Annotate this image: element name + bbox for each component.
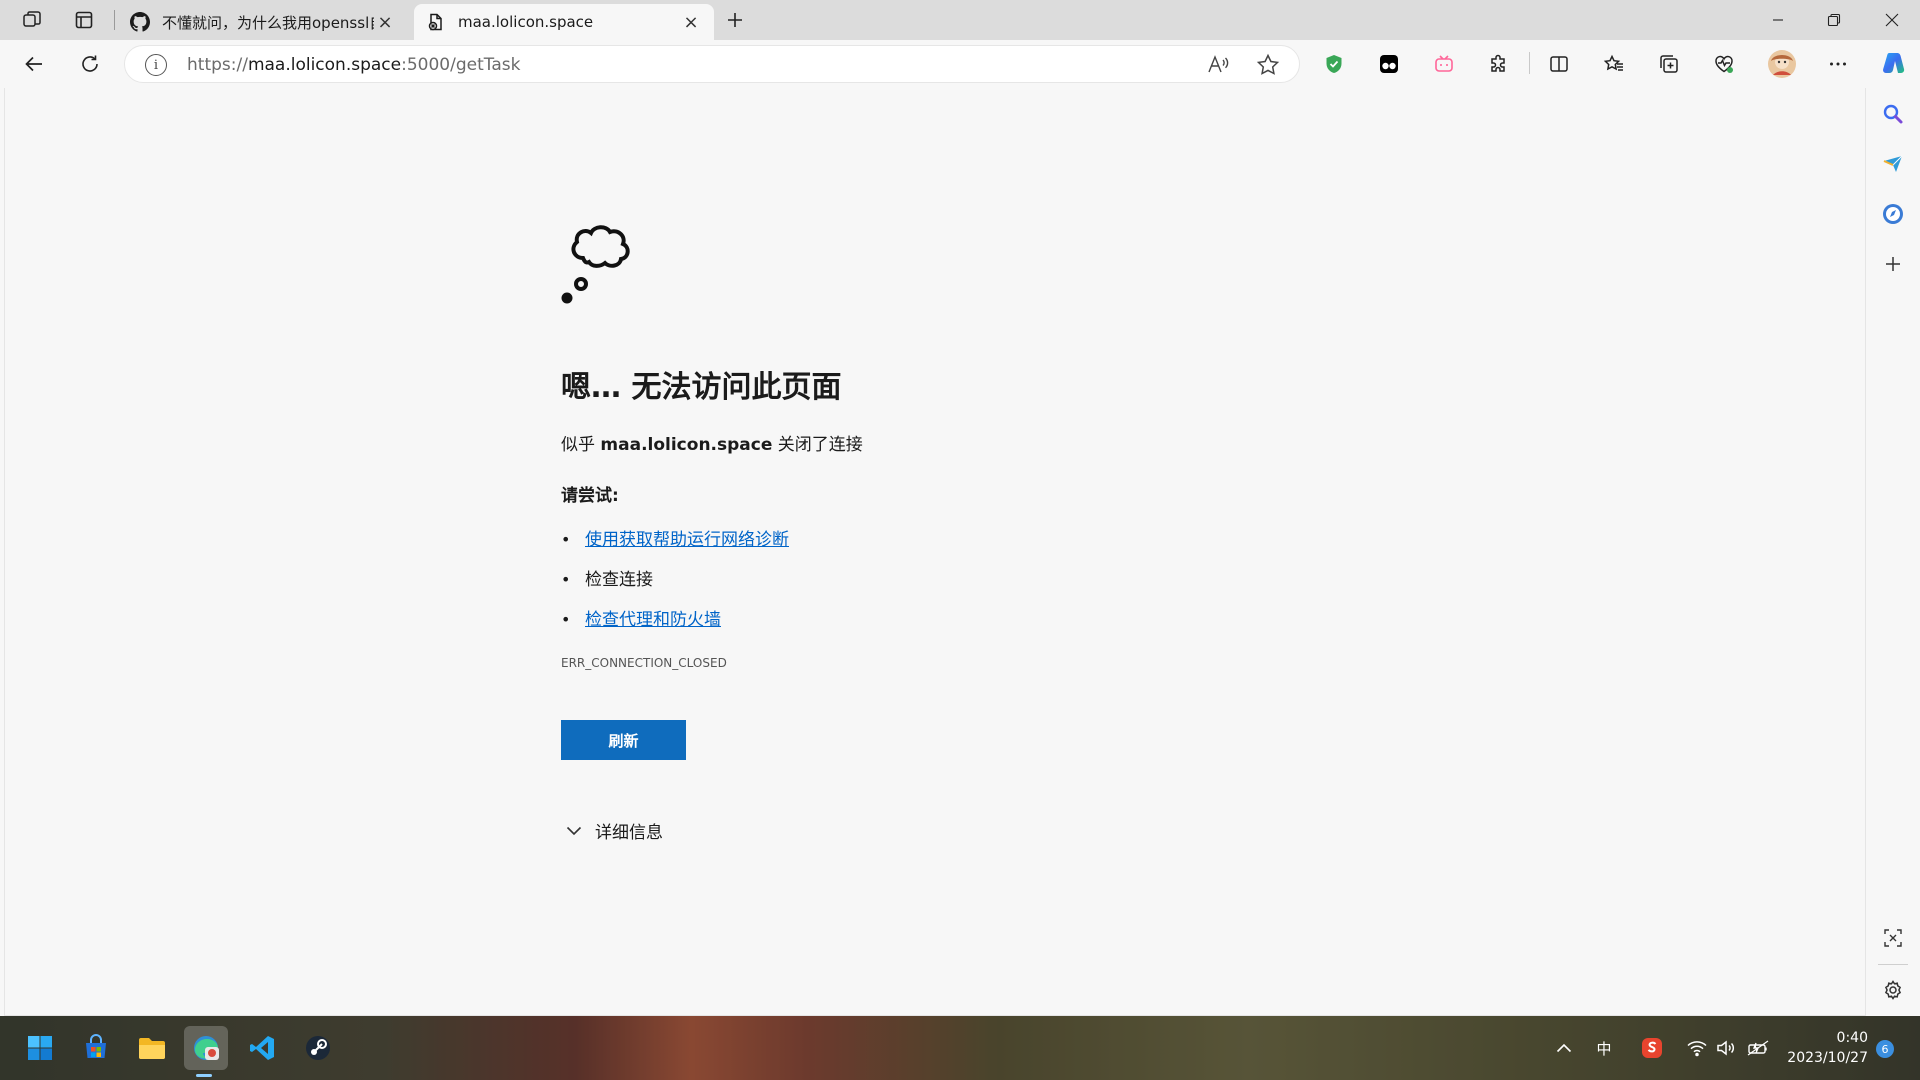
tab-github[interactable]: 不懂就问，为什么我用openssl自 × — [118, 4, 408, 40]
store-icon[interactable] — [74, 1026, 118, 1070]
reload-button[interactable]: 刷新 — [561, 720, 686, 760]
url-path: :5000/getTask — [401, 55, 521, 75]
read-aloud-icon[interactable] — [1205, 52, 1231, 78]
info-icon[interactable]: i — [145, 54, 167, 76]
bilibili-extension-icon[interactable] — [1426, 48, 1462, 80]
favorite-star-icon[interactable] — [1255, 52, 1281, 78]
try-heading: 请尝试: — [561, 486, 619, 506]
browser-essentials-icon[interactable] — [1706, 48, 1742, 80]
edge-sidebar — [1866, 88, 1920, 1016]
error-desc-prefix: 似乎 — [561, 435, 601, 455]
more-options-icon[interactable] — [1820, 48, 1856, 80]
error-desc-suffix: 关闭了连接 — [772, 435, 863, 455]
add-sidebar-app-icon[interactable] — [1879, 250, 1907, 278]
split-screen-icon[interactable] — [1541, 48, 1577, 80]
sidebar-settings-icon[interactable] — [1879, 976, 1907, 1004]
tab-title: 不懂就问，为什么我用openssl自 — [162, 13, 374, 32]
url-scheme: https:// — [187, 55, 248, 75]
profile-avatar[interactable] — [1764, 48, 1800, 80]
notification-badge[interactable]: 6 — [1876, 1040, 1894, 1058]
broken-page-icon — [426, 12, 446, 32]
clock[interactable]: 0:40 2023/10/27 — [1778, 1028, 1868, 1068]
collections-icon[interactable] — [1651, 48, 1687, 80]
battery-icon[interactable] — [1744, 1034, 1772, 1062]
details-toggle[interactable]: 详细信息 — [561, 818, 1261, 843]
sidebar-separator — [1878, 964, 1908, 965]
proxy-firewall-link[interactable]: 检查代理和防火墙 — [585, 610, 721, 630]
shield-extension-icon[interactable] — [1316, 48, 1352, 80]
error-code: ERR_CONNECTION_CLOSED — [561, 656, 727, 670]
details-label: 详细信息 — [595, 823, 663, 843]
suggestion-item: 检查代理和防火墙 — [561, 600, 1261, 640]
error-panel: 嗯… 无法访问此页面 似乎 maa.lolicon.space 关闭了连接 请尝… — [561, 214, 1261, 843]
volume-icon[interactable] — [1714, 1034, 1738, 1062]
refresh-button[interactable] — [72, 48, 108, 80]
close-window-button[interactable] — [1864, 0, 1920, 40]
edge-taskbar-icon[interactable] — [184, 1026, 228, 1070]
suggestion-list: 使用获取帮助运行网络诊断 检查连接 检查代理和防火墙 — [561, 520, 1261, 640]
tab-title: maa.lolicon.space — [458, 13, 594, 31]
sogou-input-icon[interactable] — [1638, 1034, 1666, 1062]
show-hidden-icons-chevron-up-icon[interactable] — [1552, 1034, 1576, 1062]
address-bar[interactable]: i https://maa.lolicon.space:5000/getTask — [124, 45, 1300, 83]
wifi-icon[interactable] — [1684, 1034, 1710, 1062]
tab-close-button[interactable]: × — [374, 11, 396, 33]
tab-actions-icon[interactable] — [66, 6, 102, 34]
compass-icon[interactable] — [1879, 200, 1907, 228]
new-tab-button[interactable] — [720, 6, 750, 34]
copilot-icon[interactable] — [1876, 48, 1912, 80]
network-diagnostics-link[interactable]: 使用获取帮助运行网络诊断 — [585, 530, 789, 550]
clock-date: 2023/10/27 — [1787, 1050, 1868, 1066]
vscode-icon[interactable] — [240, 1026, 284, 1070]
github-icon — [130, 12, 150, 32]
toolbar-separator — [1529, 52, 1530, 74]
tab-maa[interactable]: maa.lolicon.space × — [414, 4, 714, 40]
active-app-indicator — [196, 1074, 212, 1077]
error-desc-host: maa.lolicon.space — [600, 435, 773, 455]
minimize-button[interactable] — [1750, 0, 1806, 40]
tab-bar: 不懂就问，为什么我用openssl自 × maa.lolicon.space × — [0, 0, 1920, 40]
screenshot-icon[interactable] — [1879, 924, 1907, 952]
error-description: 似乎 maa.lolicon.space 关闭了连接 — [561, 430, 1261, 455]
chevron-down-icon — [561, 821, 587, 841]
tampermonkey-icon[interactable] — [1371, 48, 1407, 80]
send-icon[interactable] — [1879, 150, 1907, 178]
start-button[interactable] — [18, 1026, 62, 1070]
clock-time: 0:40 — [1836, 1030, 1868, 1046]
suggestion-item: 检查连接 — [561, 560, 1261, 600]
back-button[interactable] — [16, 48, 52, 80]
search-icon[interactable] — [1879, 100, 1907, 128]
check-connection-text: 检查连接 — [585, 570, 653, 590]
error-title: 嗯… 无法访问此页面 — [561, 370, 842, 405]
workspaces-icon[interactable] — [14, 6, 50, 34]
restore-button[interactable] — [1806, 0, 1862, 40]
page-content: 嗯… 无法访问此页面 似乎 maa.lolicon.space 关闭了连接 请尝… — [4, 88, 1866, 1016]
browser-toolbar: i https://maa.lolicon.space:5000/getTask — [0, 40, 1920, 88]
url-host: maa.lolicon.space — [247, 55, 402, 75]
file-explorer-icon[interactable] — [130, 1026, 174, 1070]
suggestion-item: 使用获取帮助运行网络诊断 — [561, 520, 1261, 560]
favorites-icon[interactable] — [1596, 48, 1632, 80]
extensions-icon[interactable] — [1481, 48, 1517, 80]
tab-separator — [114, 10, 115, 30]
tab-close-button[interactable]: × — [680, 11, 702, 33]
thought-cloud-icon — [561, 214, 653, 306]
steam-icon[interactable] — [296, 1026, 340, 1070]
url-text[interactable]: https://maa.lolicon.space:5000/getTask — [187, 55, 520, 75]
ime-indicator[interactable]: 中 — [1592, 1034, 1616, 1062]
taskbar: 中 0:40 2023/10/27 6 — [0, 1016, 1920, 1080]
